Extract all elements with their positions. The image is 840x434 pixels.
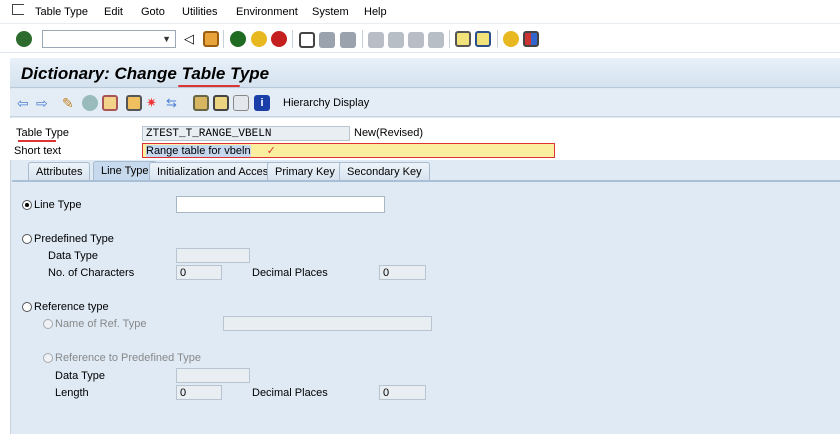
cancel-icon[interactable] <box>271 31 287 47</box>
ref-data-type-label: Data Type <box>55 370 105 382</box>
menu-bar: Table Type Edit Goto Utilities Environme… <box>0 0 840 24</box>
name-of-ref-type-radio[interactable] <box>43 319 53 329</box>
predefined-type-radio[interactable] <box>22 234 32 244</box>
short-text-label: Short text <box>14 145 62 157</box>
previous-object-icon[interactable]: ⇦ <box>17 96 33 112</box>
name-of-ref-type-label: Name of Ref. Type <box>55 318 147 330</box>
tab-line-type[interactable]: Line Type <box>93 161 157 180</box>
menu-help[interactable]: Help <box>364 6 387 18</box>
menu-edit[interactable]: Edit <box>104 6 123 18</box>
menu-utilities[interactable]: Utilities <box>182 6 217 18</box>
annotation-underline <box>18 140 56 142</box>
tab-strip: Attributes Line Type Initialization and … <box>10 160 840 180</box>
where-used-icon[interactable]: ⇆ <box>166 95 182 111</box>
hierarchy-icon[interactable] <box>193 95 209 111</box>
short-text-field[interactable]: Range table for vbeln ✓ <box>142 143 555 158</box>
decimal-places-field: 0 <box>379 265 426 280</box>
data-type-label: Data Type <box>48 250 98 262</box>
table-type-field: ZTEST_T_RANGE_VBELN <box>142 126 350 141</box>
back-icon[interactable] <box>230 31 246 47</box>
tab-secondary-key[interactable]: Secondary Key <box>339 162 430 180</box>
reference-type-label: Reference type <box>34 301 109 313</box>
check-icon[interactable] <box>126 95 142 111</box>
tab-attributes[interactable]: Attributes <box>28 162 91 180</box>
application-toolbar: ⇦ ⇨ ✎ ✷ ⇆ i Hierarchy Display <box>10 89 840 117</box>
menu-table-type[interactable]: Table Type <box>35 6 88 18</box>
info-icon[interactable]: i <box>254 95 270 111</box>
back-arrow-icon[interactable]: ◁ <box>184 31 200 47</box>
tab-label: Primary Key <box>275 166 335 178</box>
find-icon[interactable] <box>319 32 335 48</box>
next-object-icon[interactable]: ⇨ <box>36 96 52 112</box>
reference-type-radio[interactable] <box>22 302 32 312</box>
length-label: Length <box>55 387 89 399</box>
find-next-icon[interactable] <box>340 32 356 48</box>
decimal-places-label: Decimal Places <box>252 267 328 279</box>
name-of-ref-type-field <box>223 316 432 331</box>
standard-toolbar: ▼ ◁ <box>0 25 840 53</box>
object-list-icon[interactable] <box>213 95 229 111</box>
line-type-input[interactable] <box>176 196 385 213</box>
tab-label: Line Type <box>101 165 149 177</box>
ref-data-type-field <box>176 368 250 383</box>
short-text-value: Range table for vbeln <box>146 145 251 157</box>
tab-label: Initialization and Access <box>157 166 274 178</box>
table-type-label: Table Type <box>16 127 70 139</box>
line-type-panel: Line Type Predefined Type Data Type No. … <box>12 180 840 434</box>
menu-system[interactable]: System <box>312 6 349 18</box>
title-bar: Dictionary: Change Table Type <box>10 58 840 88</box>
annotation-underline <box>178 85 240 87</box>
last-page-icon[interactable] <box>428 32 444 48</box>
tab-primary-key[interactable]: Primary Key <box>267 162 343 180</box>
line-type-label: Line Type <box>34 199 82 211</box>
line-type-radio[interactable] <box>22 200 32 210</box>
new-session-icon[interactable] <box>455 31 471 47</box>
chevron-down-icon[interactable]: ▼ <box>162 34 171 44</box>
tab-label: Attributes <box>36 166 83 178</box>
shortcut-icon[interactable] <box>475 31 491 47</box>
next-page-icon[interactable] <box>408 32 424 48</box>
activate-wand-icon[interactable]: ✷ <box>146 95 162 111</box>
layout-menu-icon[interactable] <box>523 31 539 47</box>
enter-icon[interactable] <box>16 31 32 47</box>
activate-icon[interactable] <box>102 95 118 111</box>
tab-initialization-and-access[interactable]: Initialization and Access <box>149 162 282 180</box>
save-icon[interactable] <box>203 31 219 47</box>
print-icon[interactable] <box>299 32 315 48</box>
predefined-type-label: Predefined Type <box>34 233 114 245</box>
hierarchy-display-button[interactable]: Hierarchy Display <box>283 97 369 109</box>
menu-icon[interactable] <box>12 4 24 15</box>
other-object-icon[interactable] <box>82 95 98 111</box>
menu-goto[interactable]: Goto <box>141 6 165 18</box>
page-title: Dictionary: Change Table Type <box>21 64 270 83</box>
exit-icon[interactable] <box>251 31 267 47</box>
display-change-icon[interactable]: ✎ <box>62 95 78 111</box>
reference-to-predefined-type-label: Reference to Predefined Type <box>55 352 201 364</box>
annotation-checkmark: ✓ <box>266 145 276 157</box>
reference-to-predefined-type-radio[interactable] <box>43 353 53 363</box>
length-field: 0 <box>176 385 222 400</box>
tab-label: Secondary Key <box>347 166 422 178</box>
documentation-icon[interactable] <box>233 95 249 111</box>
header-section: Table Type ZTEST_T_RANGE_VBELN New(Revis… <box>10 118 840 160</box>
help-icon[interactable] <box>503 31 519 47</box>
data-type-field <box>176 248 250 263</box>
ref-decimal-places-field: 0 <box>379 385 426 400</box>
menu-environment[interactable]: Environment <box>236 6 298 18</box>
ref-decimal-places-label: Decimal Places <box>252 387 328 399</box>
status-text: New(Revised) <box>354 127 424 139</box>
command-field[interactable]: ▼ <box>42 30 176 48</box>
no-of-characters-field: 0 <box>176 265 222 280</box>
no-of-characters-label: No. of Characters <box>48 267 135 279</box>
previous-page-icon[interactable] <box>388 32 404 48</box>
first-page-icon[interactable] <box>368 32 384 48</box>
